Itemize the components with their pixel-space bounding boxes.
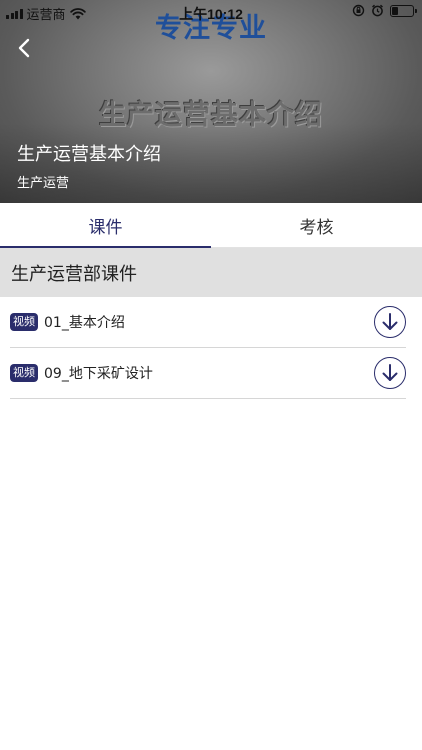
course-category: 生产运营 bbox=[17, 176, 70, 191]
banner-watermark-text: 生产运营基本介绍 bbox=[99, 100, 323, 131]
content-tabs: 课件 考核 bbox=[0, 203, 422, 248]
back-button[interactable] bbox=[10, 34, 38, 62]
battery-icon bbox=[390, 4, 417, 17]
tab-assessment[interactable]: 考核 bbox=[211, 203, 422, 247]
list-item[interactable]: 视频 01_基本介绍 bbox=[10, 297, 406, 348]
orientation-lock-icon bbox=[352, 4, 365, 17]
chevron-left-icon bbox=[18, 38, 30, 58]
video-badge: 视频 bbox=[10, 364, 38, 382]
courseware-list: 视频 01_基本介绍 视频 09_地下采矿设计 bbox=[0, 297, 422, 399]
course-title: 生产运营基本介绍 bbox=[17, 144, 161, 165]
item-title: 01_基本介绍 bbox=[44, 315, 125, 331]
section-header: 生产运营部课件 bbox=[0, 248, 422, 297]
course-banner: 专注专业 生产运营基本介绍 生产运营基本介绍 生产运营 bbox=[0, 0, 422, 203]
alarm-icon bbox=[372, 4, 383, 17]
download-button[interactable] bbox=[374, 357, 406, 389]
list-item[interactable]: 视频 09_地下采矿设计 bbox=[10, 348, 406, 399]
tab-courseware[interactable]: 课件 bbox=[0, 203, 211, 248]
download-button[interactable] bbox=[374, 306, 406, 338]
download-icon bbox=[382, 364, 398, 381]
download-icon bbox=[382, 313, 398, 330]
item-title: 09_地下采矿设计 bbox=[44, 366, 153, 382]
video-badge: 视频 bbox=[10, 313, 38, 331]
status-bar: 运营商 上午10:12 bbox=[0, 0, 422, 24]
